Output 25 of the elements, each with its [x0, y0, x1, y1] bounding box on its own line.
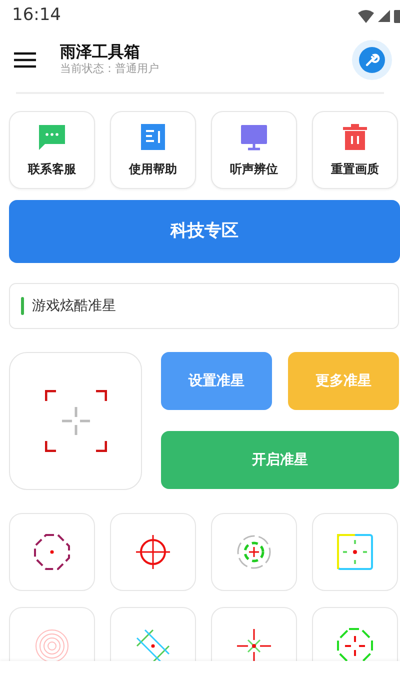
- monitor-icon: [239, 122, 269, 152]
- status-time: 16:14: [12, 4, 61, 28]
- shortcut-tile[interactable]: 重置画质: [312, 111, 398, 189]
- shortcut-tile[interactable]: 联系客服: [9, 111, 95, 189]
- crosshair-icon: [44, 390, 106, 452]
- user-status: 当前状态：普通用户: [60, 61, 160, 78]
- settings-button[interactable]: [352, 40, 392, 80]
- wifi-icon: [358, 10, 374, 22]
- crosshair-option[interactable]: [110, 513, 196, 591]
- crosshair-option[interactable]: [9, 513, 95, 591]
- section-title: 游戏炫酷准星: [32, 296, 116, 316]
- shortcut-tile[interactable]: 听声辨位: [211, 111, 297, 189]
- battery-icon: [394, 9, 400, 23]
- signal-icon: [378, 10, 390, 22]
- menu-icon[interactable]: [14, 52, 36, 68]
- crosshair-icon: [335, 532, 375, 572]
- wrench-icon: [359, 47, 385, 73]
- tech-zone-button[interactable]: 科技专区: [9, 200, 400, 263]
- app-title: 雨泽工具箱: [60, 42, 141, 62]
- document-icon: [138, 122, 168, 152]
- shortcut-tile[interactable]: 使用帮助: [110, 111, 196, 189]
- crosshair-icon: [133, 532, 173, 572]
- trash-icon: [340, 122, 370, 152]
- chat-icon: [37, 122, 67, 152]
- crosshair-icon: [32, 532, 72, 572]
